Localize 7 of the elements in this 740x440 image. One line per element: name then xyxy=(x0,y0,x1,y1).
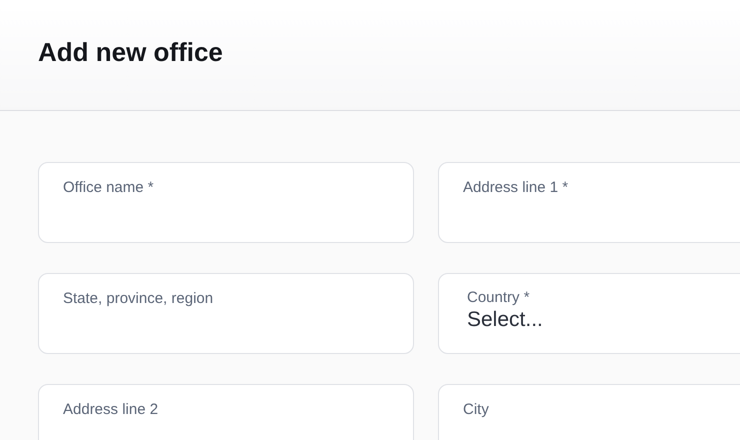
text-field[interactable]: Office name * xyxy=(38,162,414,243)
text-field[interactable]: Address line 2 xyxy=(38,384,414,440)
text-field[interactable]: Address line 1 * xyxy=(438,162,740,243)
select-field[interactable]: Country * Select... xyxy=(438,273,740,354)
text-field[interactable]: City xyxy=(438,384,740,440)
page-title: Add new office xyxy=(38,36,224,68)
text-field[interactable]: State, province, region xyxy=(38,273,414,354)
